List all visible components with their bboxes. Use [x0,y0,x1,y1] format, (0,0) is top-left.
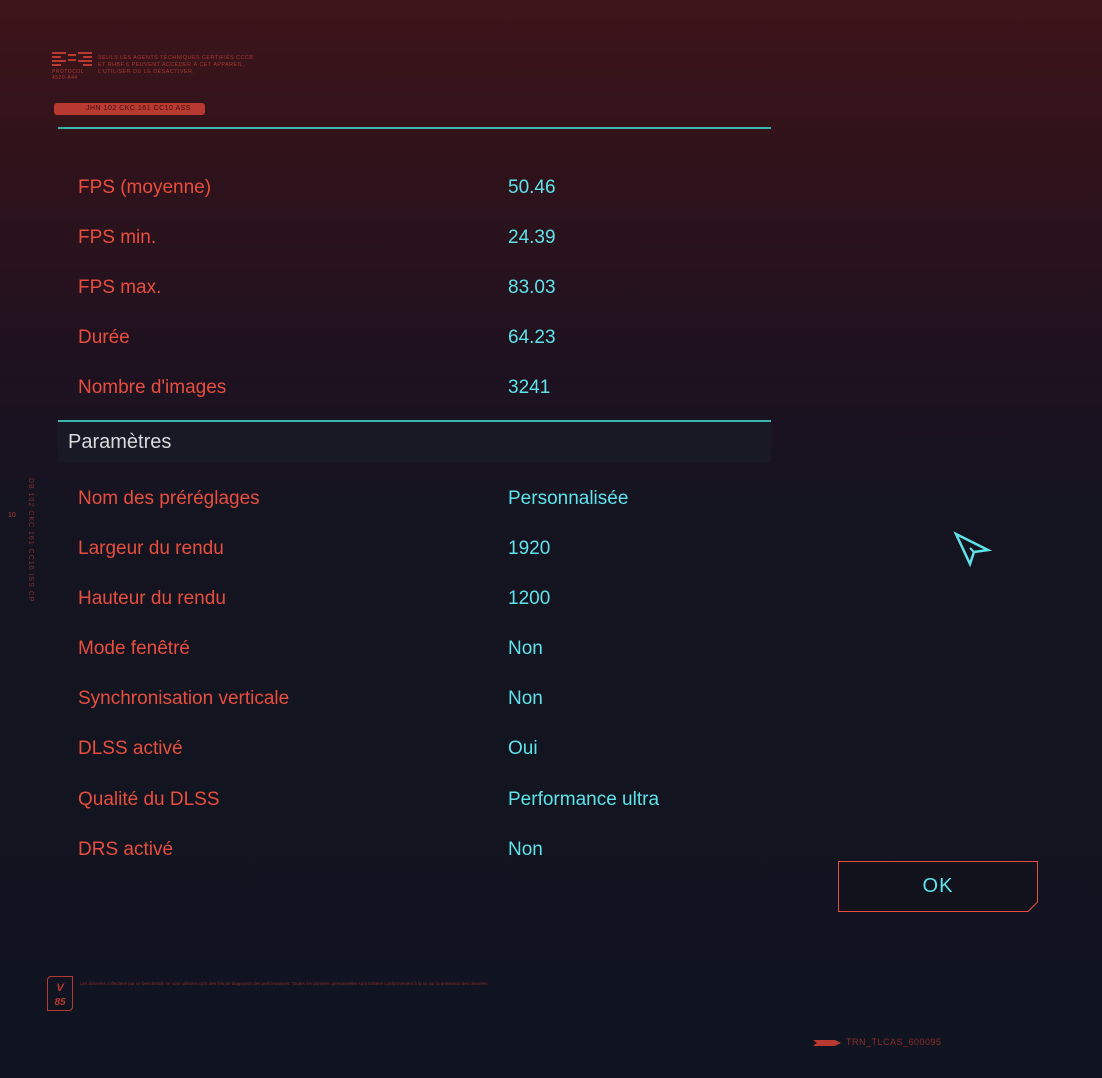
svg-text:85: 85 [54,997,66,1008]
result-value: 24.39 [508,227,556,248]
result-row: Nombre d'images 3241 [58,363,771,413]
setting-row: Mode fenêtré Non [58,624,771,674]
setting-value: Non [508,638,543,659]
setting-label: Hauteur du rendu [78,588,226,609]
setting-label: Largeur du rendu [78,538,224,559]
result-value: 50.46 [508,177,556,198]
setting-row: Nom des préréglages Personnalisée [58,474,771,524]
result-row: FPS (moyenne) 50.46 [58,163,771,213]
ok-button[interactable]: OK [838,861,1038,912]
setting-value: Performance ultra [508,789,660,810]
setting-value: Non [508,688,543,709]
setting-row: DRS activé Non [58,825,771,875]
result-label: Durée [78,327,130,348]
setting-value: Personnalisée [508,488,629,509]
result-row: FPS max. 83.03 [58,263,771,313]
setting-row: Qualité du DLSS Performance ultra [58,775,771,825]
setting-row: Largeur du rendu 1920 [58,524,771,574]
result-row: FPS min. 24.39 [58,213,771,263]
warning-text: SEULS LES AGENTS TECHNIQUES CERTIFIÉS CC… [98,55,254,75]
setting-value: Oui [508,738,538,759]
settings-section-header: Paramètres [58,422,771,462]
setting-value: Non [508,839,543,860]
ok-button-label: OK [922,875,954,897]
tag-code-badge: JHN 102 CKC 161 CC10 ASS [54,103,205,115]
settings-title: Paramètres [68,431,172,453]
legal-fine-print: Les données collectées par ce benchmark … [80,981,489,986]
setting-row: Synchronisation verticale Non [58,674,771,724]
arrow-marker-icon [813,1040,841,1046]
setting-row: DLSS activé Oui [58,724,771,774]
result-label: FPS min. [78,227,157,248]
side-vertical-code: DB 102 CKC 161 CC10 ISS CP [27,478,34,603]
setting-label: DLSS activé [78,738,183,759]
svg-text:V: V [56,982,65,994]
result-label: FPS max. [78,277,162,298]
cursor-arrow-icon [953,531,992,568]
setting-value: 1200 [508,588,551,609]
result-value: 3241 [508,377,551,398]
side-mark: 10 [8,512,16,519]
result-label: FPS (moyenne) [78,177,212,198]
setting-label: Nom des préréglages [78,488,260,509]
setting-label: Synchronisation verticale [78,688,290,709]
top-divider [58,127,771,129]
v85-badge-icon: V 85 [47,976,73,1011]
bottom-code: TRN_TLCAS_600095 [846,1037,942,1047]
setting-row: Hauteur du rendu 1200 [58,574,771,624]
result-label: Nombre d'images [78,377,227,398]
result-value: 64.23 [508,327,556,348]
setting-label: Mode fenêtré [78,638,190,659]
result-value: 83.03 [508,277,556,298]
setting-label: Qualité du DLSS [78,789,220,810]
setting-label: DRS activé [78,839,174,860]
result-row: Durée 64.23 [58,313,771,363]
setting-value: 1920 [508,538,551,559]
protocol-label: PROTOCOL 4520-A44 [52,69,84,81]
